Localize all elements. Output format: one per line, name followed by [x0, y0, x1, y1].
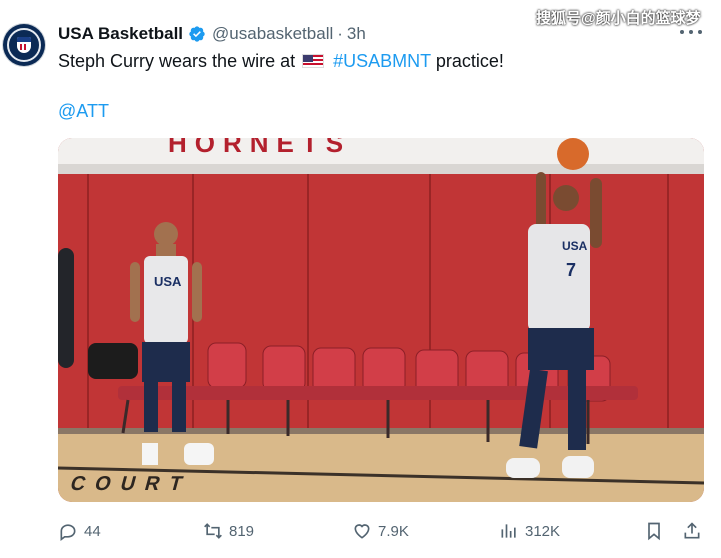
views-button[interactable]: 312K	[499, 518, 560, 544]
reply-button[interactable]: 44	[58, 518, 101, 544]
share-icon	[684, 522, 700, 539]
views-count: 312K	[525, 522, 561, 540]
hashtag-link[interactable]: #USABMNT	[333, 51, 431, 71]
share-button[interactable]	[682, 518, 702, 544]
tweet-text-start: Steph Curry wears the wire at	[58, 51, 296, 71]
watermark: 搜狐号@颜小白的篮球梦	[536, 10, 701, 27]
us-flag-icon	[302, 54, 325, 68]
floor-text: ON COURT	[58, 473, 195, 495]
reply-count: 44	[84, 522, 101, 540]
video-media[interactable]: HORNETS ON COURT	[58, 138, 704, 502]
tweet-actions: 44 819 7.9K 312K	[58, 518, 708, 544]
verified-badge-icon	[189, 26, 205, 42]
views-icon	[501, 524, 516, 538]
tweet-header: USA Basketball @usabasketball · 3h	[58, 22, 366, 46]
bookmark-button[interactable]	[644, 518, 664, 544]
post-timestamp[interactable]: 3h	[347, 24, 366, 44]
bookmark-icon	[648, 522, 660, 541]
mention-line: @ATT	[58, 100, 109, 122]
author-avatar[interactable]	[3, 24, 45, 66]
like-button[interactable]: 7.9K	[352, 518, 409, 544]
author-name[interactable]: USA Basketball	[58, 24, 183, 44]
mention-link[interactable]: @ATT	[58, 101, 109, 121]
reply-icon	[60, 524, 76, 541]
header-separator: ·	[337, 24, 343, 43]
like-icon	[354, 524, 370, 539]
right-jersey-number: 7	[566, 260, 576, 280]
repost-count: 819	[229, 522, 255, 540]
tweet-text: Steph Curry wears the wire at #USABMNT p…	[58, 50, 504, 72]
right-jersey-text: USA	[562, 239, 588, 253]
banner-text: HORNETS	[168, 138, 351, 158]
usa-basketball-logo	[7, 28, 41, 62]
video-frame: HORNETS ON COURT	[58, 138, 704, 502]
author-handle[interactable]: @usabasketball	[212, 24, 333, 44]
tweet-text-end: practice!	[435, 51, 504, 71]
repost-button[interactable]: 819	[203, 518, 254, 544]
repost-icon	[204, 523, 222, 539]
more-icon[interactable]	[680, 30, 702, 38]
like-count: 7.9K	[378, 522, 409, 540]
left-jersey-text: USA	[154, 274, 182, 289]
